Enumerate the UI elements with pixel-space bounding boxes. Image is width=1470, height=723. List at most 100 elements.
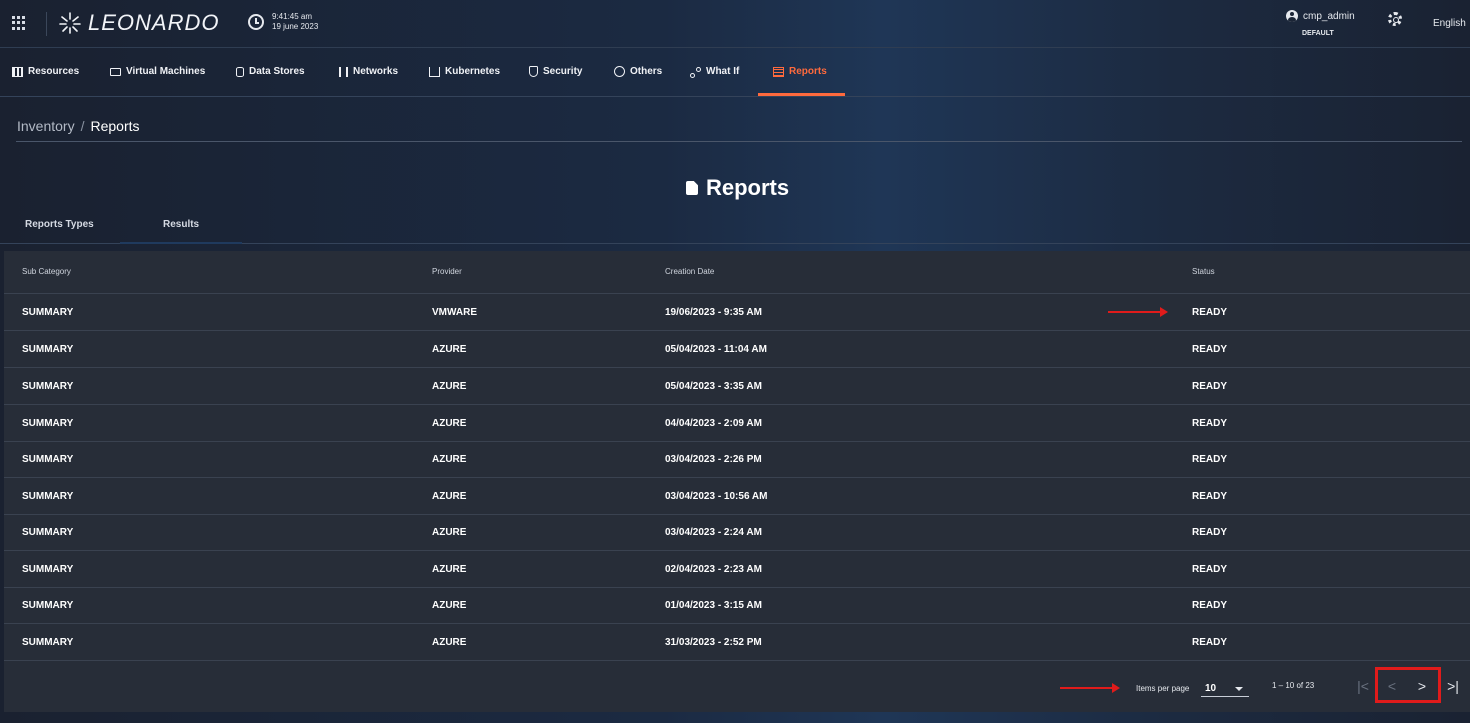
table-row[interactable]: SUMMARY VMWARE 19/06/2023 - 9:35 AM READ… — [4, 294, 1470, 331]
nav-item-networks[interactable]: Networks — [339, 66, 398, 77]
column-header-creation-date[interactable]: Creation Date — [665, 267, 714, 276]
results-table: Sub Category Provider Creation Date Stat… — [4, 251, 1470, 712]
table-row[interactable]: SUMMARY AZURE 02/04/2023 - 2:23 AM READY — [4, 551, 1470, 588]
cell-sub-category: SUMMARY — [22, 600, 74, 611]
leonardo-logo-icon — [59, 12, 81, 34]
nav-item-others[interactable]: Others — [614, 66, 662, 77]
cell-sub-category: SUMMARY — [22, 637, 74, 648]
table-row[interactable]: SUMMARY AZURE 05/04/2023 - 3:35 AM READY — [4, 368, 1470, 405]
nav-item-label: Data Stores — [249, 66, 305, 77]
cell-creation-date: 03/04/2023 - 2:24 AM — [665, 527, 762, 538]
clock-icon — [248, 14, 264, 30]
breadcrumb-divider — [16, 141, 1462, 142]
active-tab-indicator — [120, 242, 242, 244]
cell-provider: AZURE — [432, 418, 467, 429]
cell-status: READY — [1192, 564, 1228, 575]
monitor-icon — [110, 67, 121, 76]
nav-item-label: Networks — [353, 66, 399, 77]
breadcrumb-inventory[interactable]: Inventory — [17, 118, 75, 134]
items-per-page-value: 10 — [1205, 683, 1217, 694]
annotation-arrow — [1060, 683, 1120, 693]
cell-creation-date: 03/04/2023 - 2:26 PM — [665, 454, 762, 465]
cell-creation-date: 31/03/2023 - 2:52 PM — [665, 637, 762, 648]
table-row[interactable]: SUMMARY AZURE 01/04/2023 - 3:15 AM READY — [4, 587, 1470, 624]
cell-status: READY — [1192, 381, 1228, 392]
cell-provider: AZURE — [432, 600, 467, 611]
nav-item-virtual-machines[interactable]: Virtual Machines — [110, 66, 205, 77]
divider — [46, 12, 47, 36]
cell-provider: AZURE — [432, 344, 467, 355]
cell-provider: AZURE — [432, 491, 467, 502]
nav-item-label: Reports — [789, 66, 827, 77]
nav-item-security[interactable]: Security — [529, 66, 582, 77]
report-icon — [773, 66, 784, 77]
route-icon — [690, 66, 701, 78]
clock-date: 19 june 2023 — [272, 22, 319, 31]
apps-grid-icon[interactable] — [12, 16, 26, 30]
cell-provider: AZURE — [432, 454, 467, 465]
shield-icon — [529, 66, 538, 77]
cell-sub-category: SUMMARY — [22, 527, 74, 538]
cell-status: READY — [1192, 491, 1228, 502]
brand-logo[interactable]: LEONARDO — [58, 10, 219, 36]
column-header-status[interactable]: Status — [1192, 267, 1215, 276]
table-header: Sub Category Provider Creation Date Stat… — [4, 251, 1470, 294]
user-account-icon — [1286, 10, 1298, 22]
nav-item-data-stores[interactable]: Data Stores — [236, 66, 305, 77]
cell-sub-category: SUMMARY — [22, 381, 74, 392]
column-header-sub-category[interactable]: Sub Category — [22, 267, 71, 276]
database-icon — [236, 66, 244, 77]
cell-provider: AZURE — [432, 637, 467, 648]
cell-provider: VMWARE — [432, 307, 477, 318]
nav-item-label: Security — [543, 66, 583, 77]
gear-icon[interactable] — [1388, 12, 1402, 26]
cell-provider: AZURE — [432, 527, 467, 538]
items-per-page-select[interactable]: 10 — [1201, 681, 1249, 697]
caret-down-icon — [1235, 687, 1243, 691]
nav-item-label: Others — [630, 66, 663, 77]
language-selector[interactable]: English — [1433, 18, 1466, 29]
resources-icon — [12, 66, 23, 77]
first-page-button[interactable]: |< — [1353, 675, 1373, 697]
cell-status: READY — [1192, 454, 1228, 465]
username: cmp_admin — [1303, 10, 1355, 22]
cell-creation-date: 05/04/2023 - 3:35 AM — [665, 381, 762, 392]
column-header-provider[interactable]: Provider — [432, 267, 462, 276]
cell-provider: AZURE — [432, 381, 467, 392]
report-tabs: Reports Types Results — [0, 210, 1470, 244]
nav-item-kubernetes[interactable]: Kubernetes — [429, 66, 500, 77]
user-role: DEFAULT — [1302, 30, 1334, 37]
cell-status: READY — [1192, 418, 1228, 429]
user-menu[interactable]: cmp_admin DEFAULT — [1286, 10, 1355, 37]
annotation-highlight-box — [1375, 667, 1441, 703]
nav-item-what-if[interactable]: What If — [690, 66, 740, 78]
cell-status: READY — [1192, 344, 1228, 355]
tab-reports-types[interactable]: Reports Types — [25, 219, 94, 230]
table-row[interactable]: SUMMARY AZURE 05/04/2023 - 11:04 AM READ… — [4, 331, 1470, 368]
last-page-button[interactable]: >| — [1443, 675, 1463, 697]
nav-item-resources[interactable]: Resources — [12, 66, 79, 77]
cell-sub-category: SUMMARY — [22, 344, 74, 355]
nav-item-reports[interactable]: Reports — [773, 66, 827, 77]
network-icon — [339, 66, 348, 77]
table-row[interactable]: SUMMARY AZURE 03/04/2023 - 2:24 AM READY — [4, 514, 1470, 551]
table-row[interactable]: SUMMARY AZURE 03/04/2023 - 10:56 AM READ… — [4, 478, 1470, 515]
top-bar: LEONARDO 9:41:45 am 19 june 2023 cmp_adm… — [0, 0, 1470, 48]
kubernetes-icon — [429, 66, 440, 77]
table-row[interactable]: SUMMARY AZURE 31/03/2023 - 2:52 PM READY — [4, 624, 1470, 661]
items-per-page-label: Items per page — [1136, 684, 1190, 693]
active-nav-indicator — [758, 93, 845, 96]
cell-sub-category: SUMMARY — [22, 307, 74, 318]
table-row[interactable]: SUMMARY AZURE 04/04/2023 - 2:09 AM READY — [4, 405, 1470, 442]
clock: 9:41:45 am 19 june 2023 — [248, 12, 318, 32]
nav-item-label: Kubernetes — [445, 66, 501, 77]
tab-results[interactable]: Results — [163, 219, 199, 230]
page-title: Reports — [686, 175, 789, 201]
brand-name: LEONARDO — [88, 10, 220, 35]
main-nav: Resources Virtual Machines Data Stores N… — [0, 49, 1470, 97]
page-title-text: Reports — [706, 175, 790, 200]
nav-item-label: What If — [706, 66, 740, 77]
nav-item-label: Resources — [28, 66, 80, 77]
table-row[interactable]: SUMMARY AZURE 03/04/2023 - 2:26 PM READY — [4, 441, 1470, 478]
cell-creation-date: 19/06/2023 - 9:35 AM — [665, 307, 762, 318]
